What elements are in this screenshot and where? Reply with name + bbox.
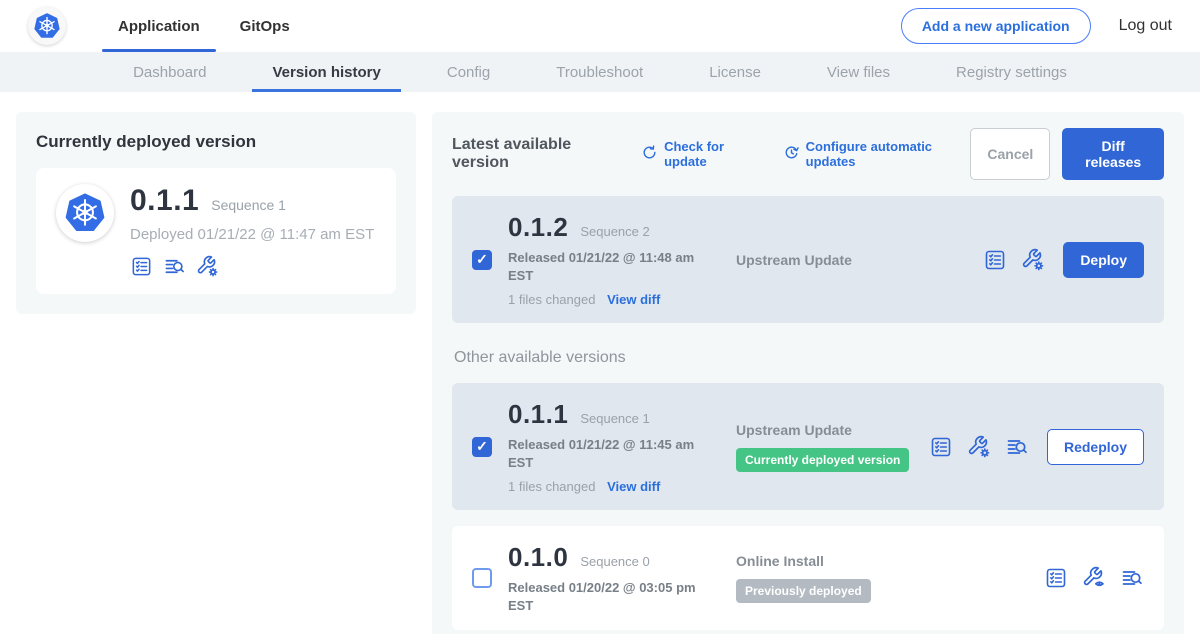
preflight-checks-icon[interactable] bbox=[929, 435, 953, 459]
latest-available-title: Latest available version bbox=[452, 136, 619, 172]
kubernetes-logo bbox=[28, 7, 66, 45]
deployed-sequence-label: Sequence 1 bbox=[211, 197, 286, 213]
version-history-panel: Latest available version Check for updat… bbox=[432, 112, 1184, 634]
header-tabs: Application GitOps bbox=[98, 0, 310, 52]
sequence-label: Sequence 2 bbox=[580, 224, 649, 239]
config-settings-icon[interactable] bbox=[967, 435, 991, 459]
released-timestamp: Released 01/20/22 @ 03:05 pm EST bbox=[508, 579, 708, 614]
config-settings-icon[interactable] bbox=[1021, 248, 1045, 272]
cancel-button[interactable]: Cancel bbox=[970, 128, 1050, 180]
refresh-icon bbox=[641, 144, 658, 164]
previously-deployed-badge: Previously deployed bbox=[736, 579, 871, 603]
version-source-label: Upstream Update bbox=[736, 252, 983, 268]
deployed-timestamp: Deployed 01/21/22 @ 11:47 am EST bbox=[130, 226, 374, 243]
version-row-0-1-2: 0.1.2 Sequence 2 Released 01/21/22 @ 11:… bbox=[452, 196, 1164, 323]
version-number: 0.1.2 bbox=[508, 212, 568, 243]
version-checkbox[interactable] bbox=[472, 437, 492, 457]
tab-dashboard[interactable]: Dashboard bbox=[113, 52, 226, 92]
config-settings-icon[interactable] bbox=[196, 255, 219, 278]
schedule-update-icon bbox=[783, 144, 800, 164]
tab-troubleshoot[interactable]: Troubleshoot bbox=[536, 52, 663, 92]
app-logo bbox=[56, 184, 114, 242]
currently-deployed-title: Currently deployed version bbox=[36, 132, 396, 152]
deploy-button[interactable]: Deploy bbox=[1063, 242, 1144, 278]
currently-deployed-panel: Currently deployed version bbox=[16, 112, 416, 314]
sequence-label: Sequence 1 bbox=[580, 411, 649, 426]
view-files-icon[interactable] bbox=[163, 255, 186, 278]
preflight-checks-icon[interactable] bbox=[983, 248, 1007, 272]
files-changed-label: 1 files changed bbox=[508, 292, 595, 307]
logout-link[interactable]: Log out bbox=[1119, 17, 1172, 35]
diff-releases-button[interactable]: Diff releases bbox=[1062, 128, 1164, 180]
check-for-update-link[interactable]: Check for update bbox=[641, 139, 761, 169]
add-new-application-button[interactable]: Add a new application bbox=[901, 8, 1091, 44]
version-checkbox[interactable] bbox=[472, 568, 492, 588]
tab-version-history[interactable]: Version history bbox=[252, 52, 400, 92]
currently-deployed-badge: Currently deployed version bbox=[736, 448, 909, 472]
version-number: 0.1.1 bbox=[508, 399, 568, 430]
files-changed-label: 1 files changed bbox=[508, 479, 595, 494]
view-diff-link[interactable]: View diff bbox=[607, 479, 660, 494]
version-number: 0.1.0 bbox=[508, 542, 568, 573]
view-diff-link[interactable]: View diff bbox=[607, 292, 660, 307]
redeploy-button[interactable]: Redeploy bbox=[1047, 429, 1144, 465]
tab-application[interactable]: Application bbox=[98, 0, 220, 52]
released-timestamp: Released 01/21/22 @ 11:48 am EST bbox=[508, 249, 708, 284]
version-source-label: Upstream Update bbox=[736, 422, 929, 438]
other-available-versions-label: Other available versions bbox=[454, 349, 1164, 367]
view-files-icon[interactable] bbox=[1120, 566, 1144, 590]
tab-registry-settings[interactable]: Registry settings bbox=[936, 52, 1087, 92]
version-row-0-1-0: 0.1.0 Sequence 0 Released 01/20/22 @ 03:… bbox=[452, 526, 1164, 630]
deployed-version-number: 0.1.1 bbox=[130, 184, 199, 218]
released-timestamp: Released 01/21/22 @ 11:45 am EST bbox=[508, 436, 708, 471]
tab-view-files[interactable]: View files bbox=[807, 52, 910, 92]
configure-automatic-updates-link[interactable]: Configure automatic updates bbox=[783, 139, 971, 169]
version-checkbox[interactable] bbox=[472, 250, 492, 270]
tab-license[interactable]: License bbox=[689, 52, 781, 92]
app-subnav: Dashboard Version history Config Trouble… bbox=[0, 52, 1200, 92]
deployed-version-card: 0.1.1 Sequence 1 Deployed 01/21/22 @ 11:… bbox=[36, 168, 396, 294]
top-header: Application GitOps Add a new application… bbox=[0, 0, 1200, 52]
preflight-checks-icon[interactable] bbox=[1044, 566, 1068, 590]
version-row-0-1-1: 0.1.1 Sequence 1 Released 01/21/22 @ 11:… bbox=[452, 383, 1164, 510]
tab-gitops[interactable]: GitOps bbox=[220, 0, 310, 52]
tab-config[interactable]: Config bbox=[427, 52, 510, 92]
view-files-icon[interactable] bbox=[1005, 435, 1029, 459]
sequence-label: Sequence 0 bbox=[580, 554, 649, 569]
config-view-icon[interactable] bbox=[1082, 566, 1106, 590]
version-source-label: Online Install bbox=[736, 553, 1044, 569]
preflight-checks-icon[interactable] bbox=[130, 255, 153, 278]
